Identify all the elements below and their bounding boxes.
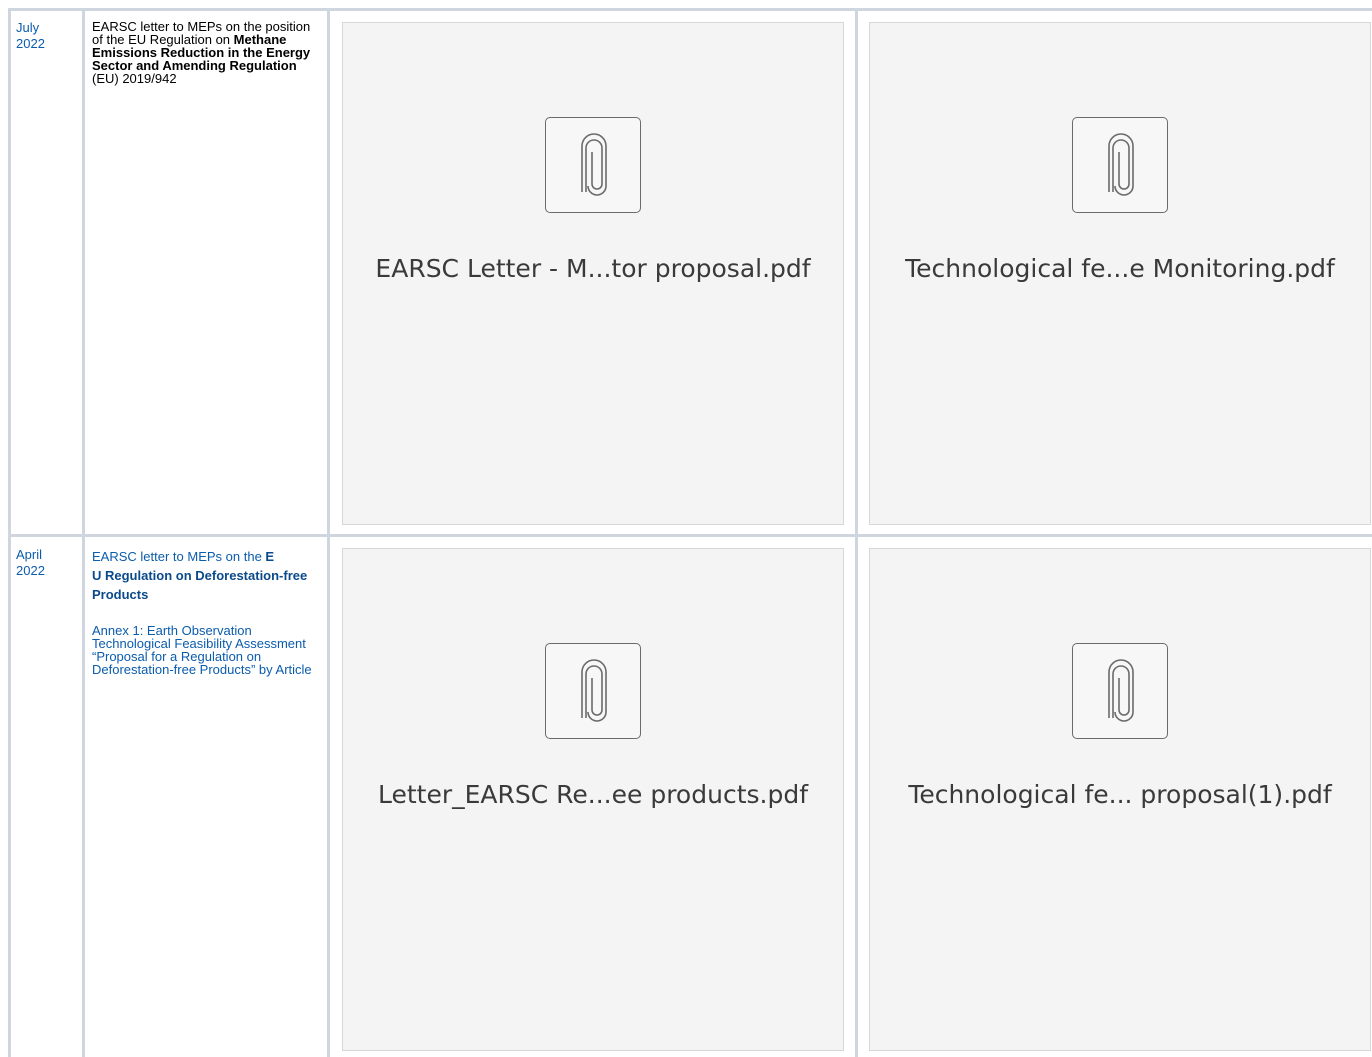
row-divider <box>8 534 1372 537</box>
attachment-filename: Letter_EARSC Re...ee products.pdf <box>377 779 809 809</box>
row-description-link[interactable]: EARSC letter to MEPs on the EU Regulatio… <box>92 547 320 604</box>
paperclip-icon <box>1072 116 1168 213</box>
paperclip-icon <box>1072 642 1168 739</box>
table-border-top <box>8 8 1372 11</box>
annex-link[interactable]: Annex 1: Earth Observation Technological… <box>92 624 312 676</box>
attachment-filename: Technological fe... proposal(1).pdf <box>908 779 1332 809</box>
date-month: April <box>16 547 43 562</box>
attachment-filename: Technological fe...e Monitoring.pdf <box>905 253 1335 283</box>
attachment-preview[interactable]: EARSC Letter - M...tor proposal.pdf <box>342 22 844 525</box>
row-date: July 2022 <box>16 20 76 52</box>
col-divider <box>82 10 85 1057</box>
col-divider <box>327 10 330 1057</box>
paperclip-icon <box>545 116 641 213</box>
attachment-filename: EARSC Letter - M...tor proposal.pdf <box>375 253 811 283</box>
attachment-preview[interactable]: Technological fe... proposal(1).pdf <box>869 548 1371 1051</box>
date-year: 2022 <box>16 563 45 578</box>
paperclip-icon <box>545 642 641 739</box>
col-divider <box>855 10 858 1057</box>
col-divider <box>8 10 11 1057</box>
date-year: 2022 <box>16 36 45 51</box>
date-month: July <box>16 20 40 35</box>
row-date: April 2022 <box>16 547 76 579</box>
attachment-preview[interactable]: Technological fe...e Monitoring.pdf <box>869 22 1371 525</box>
row-description: EARSC letter to MEPs on the position of … <box>92 19 311 86</box>
attachment-preview[interactable]: Letter_EARSC Re...ee products.pdf <box>342 548 844 1051</box>
